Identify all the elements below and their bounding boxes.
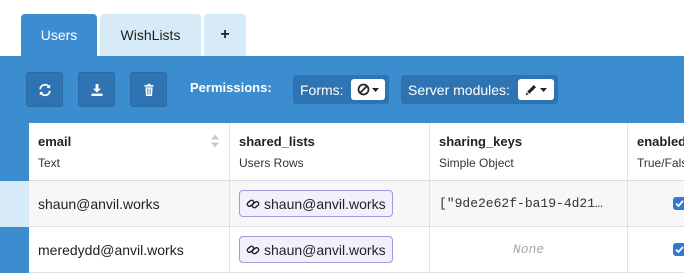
column-type: Simple Object xyxy=(439,156,514,170)
enabled-checkbox[interactable] xyxy=(673,243,684,256)
table-cell[interactable]: shaun@anvil.works xyxy=(29,181,229,227)
tab-users[interactable]: Users xyxy=(21,14,97,56)
server-modules-permission: Server modules: xyxy=(401,75,558,104)
column-enabled: enabled True/False xyxy=(628,123,684,273)
column-email: email Text shaun@anvil.works meredydd@an… xyxy=(29,123,230,273)
forms-label: Forms: xyxy=(300,81,344,98)
sort-icon[interactable] xyxy=(211,134,219,148)
delete-button[interactable] xyxy=(130,72,167,107)
forms-permission-dropdown[interactable] xyxy=(351,79,385,100)
linked-row-chip[interactable]: shaun@anvil.works xyxy=(239,236,393,263)
data-grid: email Text shaun@anvil.works meredydd@an… xyxy=(29,123,684,273)
cell-empty-value: None xyxy=(512,242,545,257)
column-type: Text xyxy=(38,156,61,170)
add-table-tab[interactable]: + xyxy=(204,14,246,56)
linked-row-chip[interactable]: shaun@anvil.works xyxy=(239,190,393,217)
column-type: True/False xyxy=(637,156,684,170)
download-icon xyxy=(91,83,102,96)
column-name: shared_lists xyxy=(239,134,315,149)
data-tables-app: Users WishLists + Permissions: Forms: Se… xyxy=(0,0,684,273)
column-type: Users Rows xyxy=(239,156,304,170)
cell-text: shaun@anvil.works xyxy=(38,195,160,212)
row-gutter xyxy=(0,123,29,273)
trash-icon xyxy=(144,83,153,96)
chip-label: shaun@anvil.works xyxy=(264,241,386,258)
enabled-checkbox[interactable] xyxy=(673,197,684,210)
chip-label: shaun@anvil.works xyxy=(264,195,386,212)
permissions-label: Permissions: xyxy=(190,80,272,95)
cell-text: meredydd@anvil.works xyxy=(38,241,184,258)
column-header[interactable]: enabled True/False xyxy=(628,123,684,181)
column-shared-lists: shared_lists Users Rows shaun@anvil.work… xyxy=(230,123,430,273)
refresh-icon xyxy=(38,83,51,96)
column-name: enabled xyxy=(637,134,684,149)
column-header[interactable]: email Text xyxy=(29,123,229,181)
table-cell[interactable]: meredydd@anvil.works xyxy=(29,227,229,273)
toolbar: Permissions: Forms: Server modules: xyxy=(0,56,684,123)
forms-permission: Forms: xyxy=(293,75,389,104)
checkmark-icon xyxy=(675,246,684,254)
column-name: email xyxy=(38,134,72,149)
table-cell[interactable]: shaun@anvil.works xyxy=(230,227,429,273)
table-cell[interactable]: None xyxy=(430,227,627,273)
table-cell xyxy=(628,227,684,273)
tab-wishlists[interactable]: WishLists xyxy=(100,14,201,56)
server-modules-label: Server modules: xyxy=(408,81,510,98)
row-handle[interactable] xyxy=(0,181,29,227)
column-name: sharing_keys xyxy=(439,134,523,149)
table-cell xyxy=(628,181,684,227)
table-cell[interactable]: ["9de2e62f-ba19-4d21… xyxy=(430,181,627,227)
table-cell[interactable]: shaun@anvil.works xyxy=(230,181,429,227)
caret-down-icon xyxy=(372,87,379,92)
column-header[interactable]: shared_lists Users Rows xyxy=(230,123,429,181)
caret-down-icon xyxy=(540,87,547,92)
refresh-button[interactable] xyxy=(26,72,63,107)
checkmark-icon xyxy=(675,200,684,208)
download-button[interactable] xyxy=(78,72,115,107)
tab-strip: Users WishLists + xyxy=(0,0,684,56)
column-header[interactable]: sharing_keys Simple Object xyxy=(430,123,627,181)
server-modules-dropdown[interactable] xyxy=(518,79,554,100)
no-access-icon xyxy=(357,83,370,96)
cell-text: ["9de2e62f-ba19-4d21… xyxy=(439,196,603,211)
column-sharing-keys: sharing_keys Simple Object ["9de2e62f-ba… xyxy=(430,123,628,273)
link-icon xyxy=(246,199,260,208)
pencil-icon xyxy=(525,85,536,96)
link-icon xyxy=(246,245,260,254)
